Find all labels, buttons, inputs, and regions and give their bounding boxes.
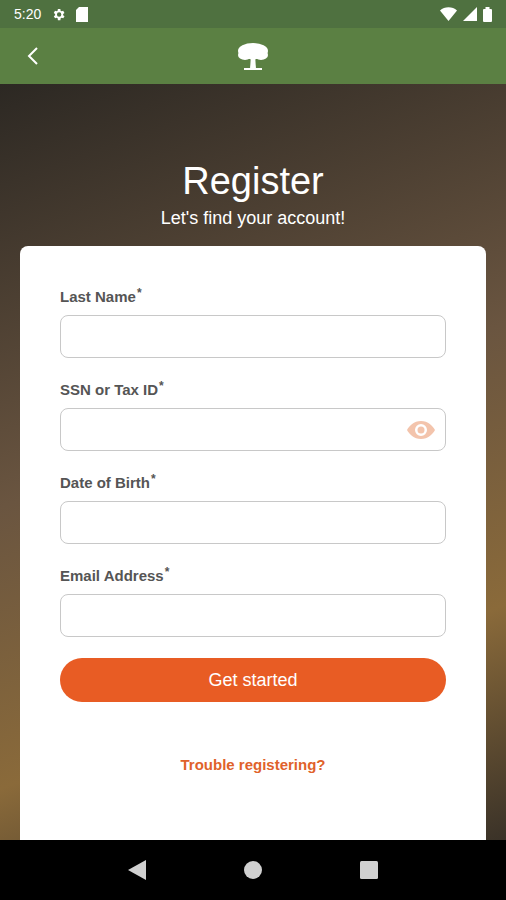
tree-logo-icon (60, 41, 446, 71)
field-label: Email Address* (60, 566, 446, 586)
battery-icon (483, 7, 492, 22)
status-left: 5:20 (14, 4, 88, 25)
field-input[interactable] (61, 595, 445, 636)
register-card: Last Name*SSN or Tax ID*Date of Birth*Em… (20, 246, 486, 840)
required-mark: * (165, 566, 170, 578)
field-input-box (60, 501, 446, 544)
nav-back-icon[interactable] (128, 860, 146, 880)
field-input-box (60, 408, 446, 451)
register-title: Register (182, 158, 324, 204)
sd-card-icon (76, 7, 88, 22)
wifi-icon (440, 7, 457, 21)
required-mark: * (151, 473, 156, 485)
register-form: Last Name*SSN or Tax ID*Date of Birth*Em… (60, 287, 446, 637)
app-bar (0, 28, 506, 84)
status-time: 5:20 (14, 4, 41, 25)
get-started-button[interactable]: Get started (60, 658, 446, 702)
background-photo: RegisterLet's find your account! Last Nam… (0, 84, 506, 840)
field-label-text: Email Address (60, 566, 164, 586)
field-input[interactable] (61, 502, 445, 543)
field-label-text: Date of Birth (60, 473, 150, 493)
field-label-text: Last Name (60, 287, 136, 307)
navigation-bar (0, 840, 506, 900)
field-input-box (60, 594, 446, 637)
trouble-registering-link[interactable]: Trouble registering? (180, 755, 325, 775)
field-input[interactable] (61, 316, 445, 357)
field-input[interactable] (61, 409, 406, 450)
nav-home-icon[interactable] (243, 860, 263, 880)
required-mark: * (159, 380, 164, 392)
register-subtitle: Let's find your account! (161, 206, 346, 230)
field-input-box (60, 315, 446, 358)
required-mark: * (137, 287, 142, 299)
form-field: Last Name* (60, 287, 446, 358)
form-field: Email Address* (60, 566, 446, 637)
register-heading: RegisterLet's find your account! (0, 84, 506, 230)
status-right (440, 7, 492, 22)
back-icon[interactable] (0, 45, 60, 67)
signal-icon (463, 7, 477, 21)
app-screen: 5:20 RegisterLet's find your account! Las… (0, 0, 506, 900)
field-label: Last Name* (60, 287, 446, 307)
form-field: SSN or Tax ID* (60, 380, 446, 451)
form-field: Date of Birth* (60, 473, 446, 544)
field-label: Date of Birth* (60, 473, 446, 493)
status-bar: 5:20 (0, 0, 506, 28)
field-label-text: SSN or Tax ID (60, 380, 158, 400)
nav-recents-icon[interactable] (360, 861, 378, 879)
gear-icon (51, 7, 66, 22)
field-label: SSN or Tax ID* (60, 380, 446, 400)
eye-icon[interactable] (406, 420, 445, 440)
